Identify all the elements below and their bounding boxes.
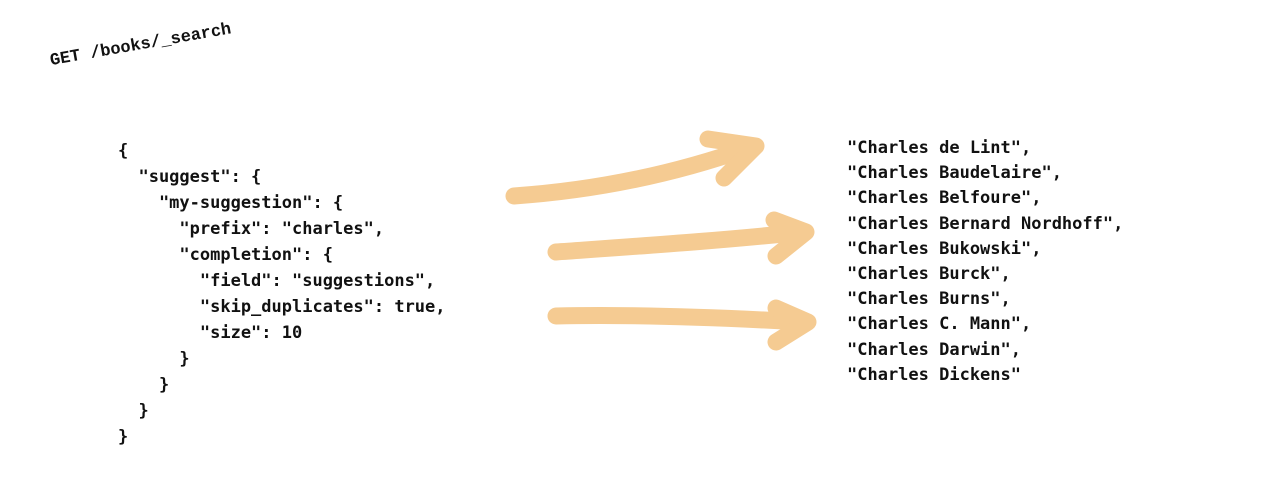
- result-item: "Charles Bukowski",: [847, 238, 1042, 259]
- code-line: {: [118, 141, 129, 161]
- code-line: }: [118, 375, 170, 395]
- arrow-bottom: [547, 299, 817, 351]
- query-code-block: { "suggest": { "my-suggestion": { "prefi…: [118, 138, 446, 450]
- code-line: "field": "suggestions",: [118, 271, 436, 291]
- result-item: "Charles Baudelaire",: [847, 163, 1062, 184]
- result-item: "Charles C. Mann",: [847, 314, 1032, 335]
- code-line: }: [118, 349, 190, 369]
- code-line: "size": 10: [118, 323, 303, 343]
- suggestion-results: "Charles de Lint", "Charles Baudelaire", "…: [847, 136, 1123, 388]
- code-line: "skip_duplicates": true,: [118, 297, 446, 317]
- result-item: "Charles Belfoure",: [847, 188, 1042, 209]
- code-line: "prefix": "charles",: [118, 219, 385, 239]
- result-item: "Charles Dickens": [847, 364, 1021, 385]
- code-line: "my-suggestion": {: [118, 193, 344, 213]
- arrow-middle: [547, 211, 815, 265]
- result-item: "Charles Burck",: [847, 263, 1011, 284]
- result-item: "Charles de Lint",: [847, 138, 1032, 158]
- code-line: }: [118, 401, 149, 421]
- result-item: "Charles Bernard Nordhoff",: [847, 213, 1124, 234]
- code-line: "suggest": {: [118, 167, 262, 187]
- request-line: GET /books/_search: [48, 20, 233, 71]
- result-item: "Charles Burns",: [847, 289, 1011, 310]
- code-line: "completion": {: [118, 245, 333, 265]
- code-line: }: [118, 427, 129, 447]
- arrow-top: [505, 130, 765, 205]
- result-item: "Charles Darwin",: [847, 339, 1021, 360]
